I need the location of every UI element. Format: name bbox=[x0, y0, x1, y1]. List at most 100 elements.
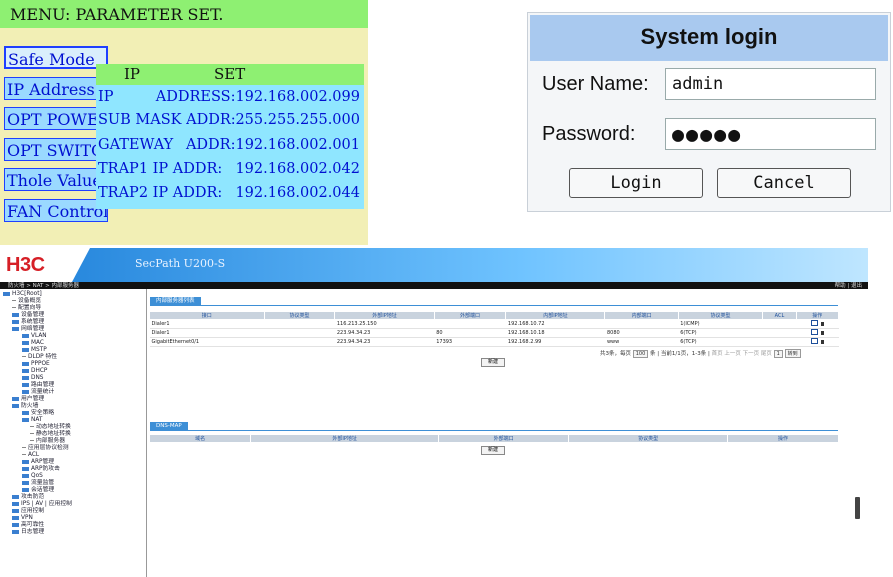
lcd-menu-fan-control[interactable]: FAN Control bbox=[4, 199, 108, 222]
cancel-button[interactable]: Cancel bbox=[717, 168, 851, 198]
tree-item-selected[interactable]: 内部服务器 bbox=[30, 438, 65, 445]
table-row[interactable]: Dialer1 116.213.25.150 192.168.10.72 1(I… bbox=[149, 319, 839, 329]
table-cell bbox=[264, 319, 335, 329]
tree-item[interactable]: 用户管理 bbox=[12, 396, 44, 403]
tree-item[interactable]: DNS bbox=[22, 375, 43, 382]
tab-internal-server-list[interactable]: 内部服务器列表 bbox=[150, 297, 201, 305]
tree-item[interactable]: IPS | AV | 应用控制 bbox=[12, 501, 72, 508]
ip-set-row-mask[interactable]: SUB MASK ADDR: 255.255.255.000 bbox=[98, 109, 364, 131]
tree-item-label: 高可靠性 bbox=[21, 522, 45, 528]
tree-item[interactable]: 日志管理 bbox=[12, 529, 44, 536]
tree-line-icon bbox=[22, 454, 26, 455]
tree-item[interactable]: 动态地址转换 bbox=[30, 424, 71, 431]
delete-icon[interactable] bbox=[820, 322, 824, 326]
tree-item-label: 动态地址转换 bbox=[36, 424, 71, 430]
lcd-menu-opt-switch[interactable]: OPT SWITCH bbox=[4, 138, 108, 161]
ip-set-row-trap2[interactable]: TRAP2 IP ADDR: 192.168.002.044 bbox=[98, 182, 364, 204]
tree-folder-icon bbox=[12, 515, 19, 520]
ip-set-key: TRAP1 IP ADDR: bbox=[98, 161, 223, 177]
column-header[interactable]: 内部IP地址 bbox=[505, 311, 606, 320]
ip-set-row-ip[interactable]: IP ADDRESS:192.168.002.099 bbox=[98, 86, 364, 108]
page-number-input[interactable]: 1 bbox=[773, 350, 783, 358]
column-header[interactable]: 外部IP地址 bbox=[250, 434, 440, 443]
column-header[interactable]: 协议类型 bbox=[568, 434, 729, 443]
tab-dns-map[interactable]: DNS-MAP bbox=[150, 422, 188, 430]
tree-item[interactable]: ARP防攻击 bbox=[22, 466, 60, 473]
tree-item[interactable]: 安全策略 bbox=[22, 410, 54, 417]
login-button[interactable]: Login bbox=[569, 168, 703, 198]
column-header[interactable]: ACL bbox=[762, 311, 797, 320]
column-header[interactable]: 域名 bbox=[148, 434, 252, 443]
breadcrumb[interactable]: 防火墙 > NAT > 内部服务器 bbox=[8, 281, 79, 289]
new-dns-map-button[interactable]: 新建 bbox=[481, 446, 505, 455]
username-field[interactable]: admin bbox=[665, 68, 876, 100]
tree-item[interactable]: 设备概览 bbox=[12, 298, 41, 305]
tree-item-label: 设备管理 bbox=[21, 312, 45, 318]
tree-item[interactable]: 防火墙 bbox=[12, 403, 38, 410]
tree-item[interactable]: 应用层协议检测 bbox=[22, 445, 69, 452]
page-size-select[interactable]: 100 bbox=[632, 350, 649, 358]
tree-item[interactable]: NAT bbox=[22, 417, 42, 424]
row-actions bbox=[796, 328, 839, 338]
tree-item[interactable]: MSTP bbox=[22, 347, 47, 354]
tree-item[interactable]: 配置向导 bbox=[12, 305, 41, 312]
tree-item[interactable]: 设备管理 bbox=[12, 312, 44, 319]
ip-set-row-trap1[interactable]: TRAP1 IP ADDR: 192.168.002.042 bbox=[98, 158, 364, 180]
tree-item[interactable]: 高可靠性 bbox=[12, 522, 44, 529]
column-header: 操作 bbox=[795, 311, 840, 320]
column-header[interactable]: 协议类型 bbox=[677, 311, 764, 320]
tree-item[interactable]: VPN bbox=[12, 515, 33, 522]
next-page-link[interactable]: 下一页 bbox=[743, 351, 760, 357]
tree-item[interactable]: PPPOE bbox=[22, 361, 50, 368]
tree-item[interactable]: 网络管理 bbox=[12, 326, 44, 333]
edit-icon[interactable] bbox=[810, 320, 818, 326]
column-header[interactable]: 内部端口 bbox=[604, 311, 679, 320]
tree-item[interactable]: MAC bbox=[22, 340, 44, 347]
tree-item[interactable]: 流量监管 bbox=[22, 480, 54, 487]
column-header[interactable]: 接口 bbox=[149, 311, 265, 320]
table-cell bbox=[264, 337, 335, 347]
tree-item[interactable]: DHCP bbox=[22, 368, 47, 375]
tree-item[interactable]: QoS bbox=[22, 473, 43, 480]
tree-item-label: DHCP bbox=[31, 368, 48, 374]
go-button[interactable]: 转到 bbox=[784, 349, 801, 358]
product-name: SecPath U200-S bbox=[135, 257, 226, 270]
lcd-menu-thole-value[interactable]: Thole Value bbox=[4, 168, 108, 191]
table-cell: 17393 bbox=[434, 337, 506, 347]
column-header[interactable]: 外部IP地址 bbox=[334, 311, 435, 320]
prev-page-link[interactable]: 上一页 bbox=[724, 351, 741, 357]
tree-item[interactable]: DLDP 特性 bbox=[22, 354, 57, 361]
help-logout-links[interactable]: 帮助 | 退出 bbox=[835, 281, 862, 289]
lcd-menu-safe-mode[interactable]: Safe Mode bbox=[4, 46, 108, 69]
edit-icon[interactable] bbox=[810, 329, 818, 335]
edit-icon[interactable] bbox=[810, 338, 818, 344]
delete-icon[interactable] bbox=[820, 331, 824, 335]
tree-item[interactable]: H3C[Root] bbox=[3, 291, 42, 298]
lcd-menu-ip-address[interactable]: IP Address bbox=[4, 77, 108, 100]
table-row[interactable]: Dialer1 223.94.34.23 80 192.168.10.18 80… bbox=[149, 328, 839, 338]
last-page-link[interactable]: 尾页 bbox=[761, 351, 772, 357]
column-header[interactable]: 协议类型 bbox=[263, 311, 336, 320]
table-row[interactable]: GigabitEthernet0/1 223.94.34.23 17393 19… bbox=[149, 337, 839, 347]
tree-item[interactable]: 流量统计 bbox=[22, 389, 54, 396]
tree-item[interactable]: VLAN bbox=[22, 333, 47, 340]
column-header[interactable]: 外部端口 bbox=[438, 434, 570, 443]
tree-item[interactable]: 应用控制 bbox=[12, 508, 44, 515]
tree-item[interactable]: ARP管理 bbox=[22, 459, 54, 466]
tree-item[interactable]: 攻击防范 bbox=[12, 494, 44, 501]
tree-item[interactable]: ACL bbox=[22, 452, 39, 459]
tree-folder-icon bbox=[22, 382, 29, 387]
delete-icon[interactable] bbox=[820, 340, 824, 344]
column-header[interactable]: 外部端口 bbox=[433, 311, 507, 320]
tree-item[interactable]: 系统管理 bbox=[12, 319, 44, 326]
new-server-button[interactable]: 新建 bbox=[481, 358, 505, 367]
first-page-link[interactable]: 首页 bbox=[712, 351, 723, 357]
tree-item[interactable]: 静态地址转换 bbox=[30, 431, 71, 438]
password-field[interactable]: ●●●●● bbox=[665, 118, 876, 150]
lcd-menu-opt-power[interactable]: OPT POWER bbox=[4, 107, 108, 130]
tree-item[interactable]: 路由管理 bbox=[22, 382, 54, 389]
ip-set-value: 192.168.002.042 bbox=[235, 161, 360, 177]
tree-item[interactable]: 会话管理 bbox=[22, 487, 54, 494]
ip-set-row-gateway[interactable]: GATEWAY ADDR:192.168.002.001 bbox=[98, 134, 364, 156]
side-scroll-handle[interactable] bbox=[855, 497, 860, 519]
